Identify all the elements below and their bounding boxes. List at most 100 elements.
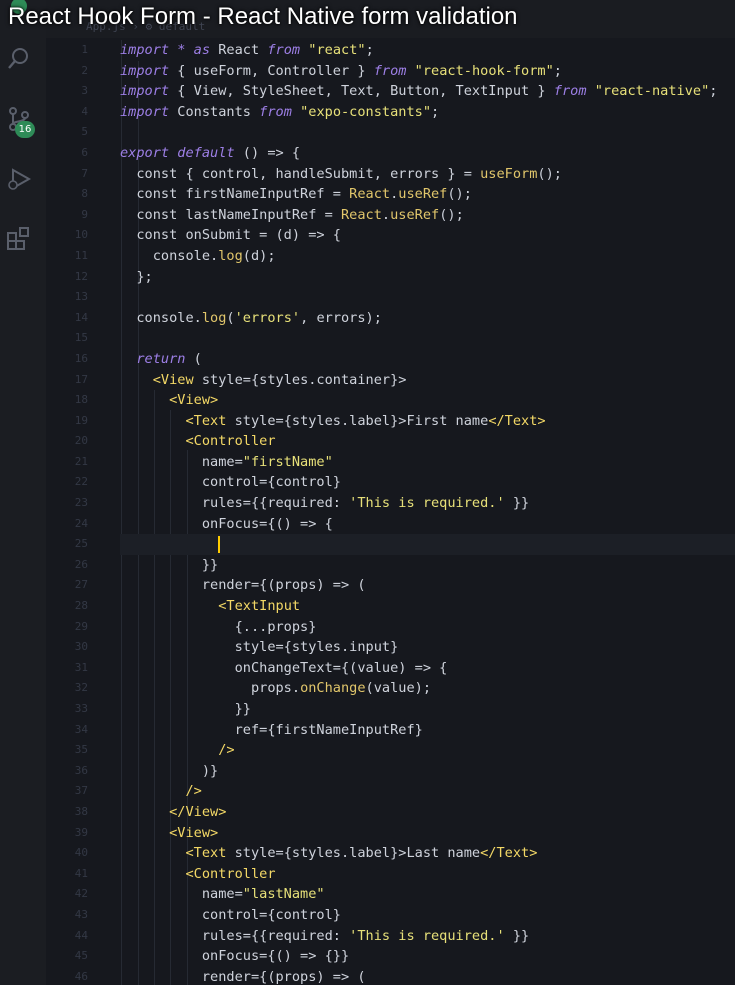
line-number: 43 bbox=[74, 907, 88, 921]
code-token: }} bbox=[504, 495, 530, 512]
text-cursor bbox=[218, 535, 221, 553]
code-line[interactable]: }} bbox=[120, 699, 735, 720]
code-line[interactable] bbox=[120, 287, 735, 308]
code-lines[interactable]: import * as React from "react"; import { … bbox=[120, 40, 735, 985]
code-editor[interactable]: App.js › ⚙ default 1 2 3 4 5 6 7 8 9 10 11 12 13 14 15… bbox=[46, 0, 735, 985]
line-number: 16 bbox=[74, 351, 88, 365]
code-line[interactable]: console.log(d); bbox=[120, 246, 735, 267]
line-number: 2 bbox=[81, 63, 88, 77]
debug-icon[interactable] bbox=[5, 165, 33, 193]
code-token: "firstName" bbox=[242, 453, 333, 470]
code-line[interactable]: control={control} bbox=[120, 905, 735, 926]
code-line[interactable]: import * as React from "react"; bbox=[120, 40, 735, 61]
code-line[interactable]: export default () => { bbox=[120, 143, 735, 164]
code-line[interactable]: import { View, StyleSheet, Text, Button,… bbox=[120, 81, 735, 102]
code-line[interactable]: rules={{required: 'This is required.' }} bbox=[120, 493, 735, 514]
code-line[interactable]: render={(props) => ( bbox=[120, 967, 735, 985]
code-token: import bbox=[120, 42, 170, 58]
code-line[interactable]: const { control, handleSubmit, errors } … bbox=[120, 164, 735, 185]
code-line[interactable]: onFocus={() => { bbox=[120, 514, 735, 535]
code-line[interactable]: name="firstName" bbox=[120, 452, 735, 473]
code-token: <Controller bbox=[185, 865, 276, 882]
code-token: }} bbox=[120, 556, 219, 573]
code-line[interactable]: )} bbox=[120, 761, 735, 782]
code-line[interactable]: }; bbox=[120, 267, 735, 288]
code-token: (d); bbox=[242, 247, 276, 264]
code-token: useRef bbox=[398, 186, 448, 203]
code-line[interactable]: props.onChange(value); bbox=[120, 678, 735, 699]
code-token: 'This is required.' bbox=[349, 927, 505, 944]
extensions-icon[interactable] bbox=[5, 225, 33, 253]
code-line[interactable]: console.log('errors', errors); bbox=[120, 308, 735, 329]
code-line[interactable]: <View style={styles.container}> bbox=[120, 370, 735, 391]
code-token: rules={{required: bbox=[120, 495, 350, 512]
code-line[interactable]: <Controller bbox=[120, 864, 735, 885]
code-line[interactable]: name="lastName" bbox=[120, 884, 735, 905]
code-token: from bbox=[373, 62, 407, 79]
line-number: 29 bbox=[74, 619, 88, 633]
activity-bar: 16 bbox=[0, 0, 46, 985]
line-number: 14 bbox=[74, 310, 88, 324]
code-line[interactable]: render={(props) => ( bbox=[120, 575, 735, 596]
code-line[interactable]: ref={firstNameInputRef} bbox=[120, 720, 735, 741]
code-line[interactable]: <Text style={styles.label}>Last name</Te… bbox=[120, 843, 735, 864]
line-number: 19 bbox=[74, 413, 88, 427]
code-line[interactable] bbox=[120, 328, 735, 349]
line-number: 3 bbox=[81, 84, 88, 98]
code-token: props. bbox=[120, 680, 301, 697]
code-line[interactable] bbox=[120, 122, 735, 143]
code-line[interactable]: {...props} bbox=[120, 617, 735, 638]
code-token: style={styles.container}> bbox=[193, 371, 407, 388]
code-token: ; bbox=[709, 83, 718, 100]
code-line[interactable]: style={styles.input} bbox=[120, 637, 735, 658]
code-token: "react-hook-form" bbox=[414, 62, 554, 79]
code-token: rules={{required: bbox=[120, 927, 350, 944]
code-token: <View> bbox=[169, 392, 219, 409]
code-token: render={(props) => ( bbox=[120, 577, 366, 594]
code-token: <Controller bbox=[185, 433, 276, 450]
code-token: </Text> bbox=[480, 845, 538, 862]
code-token: log bbox=[201, 309, 227, 326]
code-line[interactable]: <View> bbox=[120, 390, 735, 411]
code-line[interactable]: import { useForm, Controller } from "rea… bbox=[120, 61, 735, 82]
code-line[interactable]: <Text style={styles.label}>First name</T… bbox=[120, 411, 735, 432]
code-line[interactable]: <Controller bbox=[120, 431, 735, 452]
code-line[interactable]: <View> bbox=[120, 823, 735, 844]
code-line[interactable]: </View> bbox=[120, 802, 735, 823]
code-line[interactable]: import Constants from "expo-constants"; bbox=[120, 102, 735, 123]
code-token: () => { bbox=[234, 144, 301, 161]
line-number: 17 bbox=[74, 372, 88, 386]
code-token: </Text> bbox=[488, 412, 546, 429]
code-line[interactable]: const firstNameInputRef = React.useRef()… bbox=[120, 184, 735, 205]
code-line[interactable]: }} bbox=[120, 555, 735, 576]
line-number: 33 bbox=[74, 702, 88, 715]
code-token: name= bbox=[120, 453, 243, 470]
code-line[interactable]: <TextInput bbox=[120, 596, 735, 617]
code-line[interactable]: const onSubmit = (d) => { bbox=[120, 225, 735, 246]
line-number: 46 bbox=[74, 969, 88, 983]
line-number: 21 bbox=[74, 454, 88, 468]
code-line[interactable]: rules={{required: 'This is required.' }} bbox=[120, 926, 735, 947]
code-line[interactable]: onChangeText={(value) => { bbox=[120, 658, 735, 679]
code-token: onFocus={() => { bbox=[120, 515, 333, 532]
line-number: 12 bbox=[74, 269, 88, 283]
line-number: 30 bbox=[74, 640, 88, 654]
code-line[interactable]: /> bbox=[120, 781, 735, 802]
line-number: 45 bbox=[74, 949, 88, 963]
search-icon[interactable] bbox=[5, 45, 33, 73]
code-line[interactable]: const lastNameInputRef = React.useRef(); bbox=[120, 205, 735, 226]
code-line[interactable] bbox=[120, 534, 735, 555]
code-line[interactable]: control={control} bbox=[120, 472, 735, 493]
code-line[interactable]: return ( bbox=[120, 349, 735, 370]
code-token: }; bbox=[120, 268, 153, 285]
code-line[interactable]: /> bbox=[120, 740, 735, 761]
code-token: )} bbox=[120, 762, 219, 779]
code-line[interactable]: onFocus={() => {}} bbox=[120, 946, 735, 967]
line-number: 5 bbox=[81, 125, 88, 139]
